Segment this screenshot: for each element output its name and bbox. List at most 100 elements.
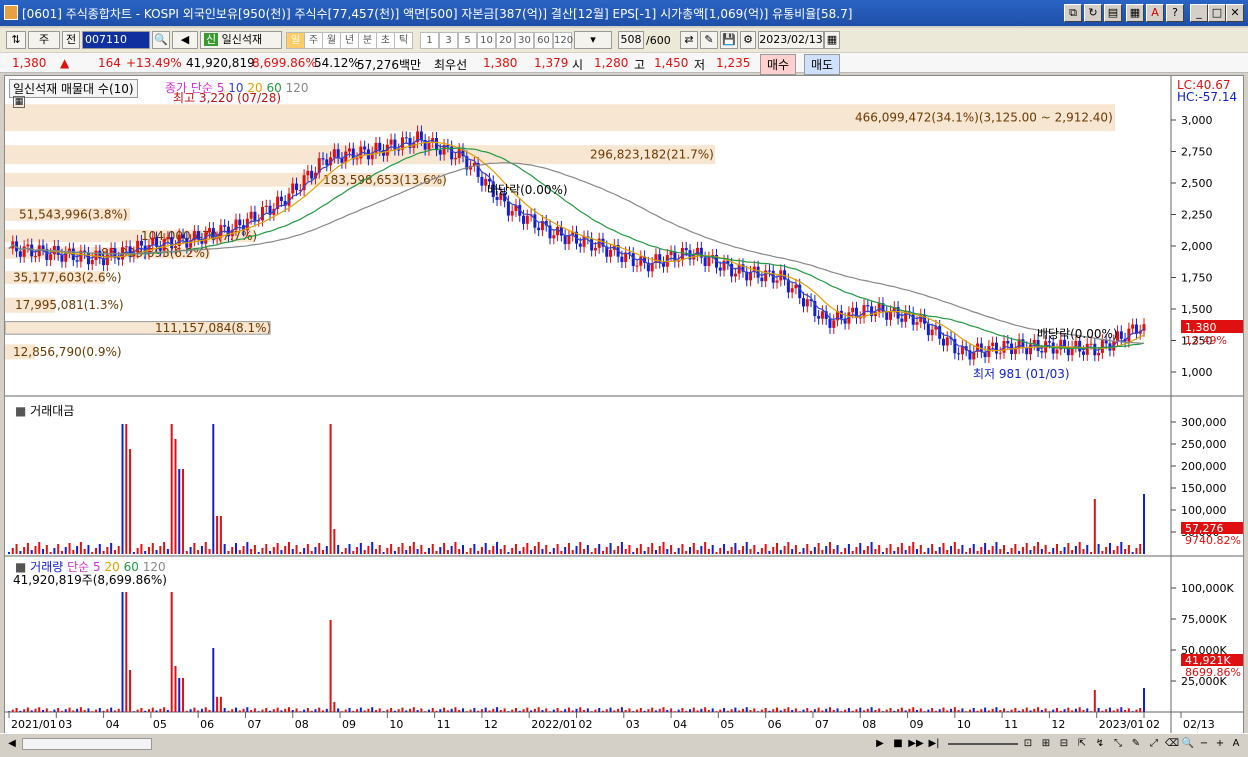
code-input[interactable]: 007110 xyxy=(82,31,150,49)
minimize-icon[interactable]: _ xyxy=(1190,4,1208,22)
prev-button[interactable]: 전 xyxy=(62,31,80,49)
period-5[interactable]: 초 xyxy=(376,32,395,49)
stock-name[interactable]: 신 일신석재 xyxy=(200,31,282,49)
zoom-in-icon[interactable]: + xyxy=(1212,736,1228,752)
end-icon[interactable]: ▶| xyxy=(926,736,942,752)
tool8-icon[interactable]: ⤢ xyxy=(1146,736,1162,752)
volume-bar xyxy=(1135,709,1138,712)
close-icon[interactable]: ✕ xyxy=(1226,4,1244,22)
period-3[interactable]: 년 xyxy=(340,32,359,49)
tool7-icon[interactable]: ✎ xyxy=(1128,736,1144,752)
settings-icon[interactable]: ⚙ xyxy=(740,31,756,49)
price-panel-title[interactable]: 일신석재 매물대 수(10) xyxy=(9,79,138,98)
x-tick-label: 05 xyxy=(720,718,734,731)
stop-icon[interactable]: ■ xyxy=(890,736,906,752)
candle-body xyxy=(1047,341,1051,343)
layout-icon[interactable]: ▤ xyxy=(1104,4,1122,22)
amount-bar xyxy=(178,469,181,554)
save-icon[interactable]: 💾 xyxy=(720,31,738,49)
candle-body xyxy=(22,246,26,257)
amount-bar xyxy=(863,550,866,554)
help-icon[interactable]: ? xyxy=(1166,4,1184,22)
buy-button[interactable]: 매수 xyxy=(760,54,797,75)
volume-bar xyxy=(768,710,771,712)
text-icon[interactable]: A xyxy=(1228,736,1244,752)
calendar-icon[interactable]: ▦ xyxy=(824,31,840,49)
scroll-left-icon[interactable]: ◀ xyxy=(4,736,20,752)
price-tick-label: 2,250 xyxy=(1181,209,1213,222)
tool5-icon[interactable]: ↯ xyxy=(1092,736,1108,752)
grid-icon[interactable]: ▦ xyxy=(13,96,25,108)
period-2[interactable]: 월 xyxy=(322,32,341,49)
amount-bar xyxy=(1003,545,1006,554)
period-6[interactable]: 틱 xyxy=(394,32,413,49)
zoom-out-icon[interactable]: − xyxy=(1196,736,1212,752)
chart-window-icon[interactable]: ▦ xyxy=(1126,4,1144,22)
volume-bar xyxy=(719,709,722,712)
link-icon[interactable]: ⧉ xyxy=(1064,4,1082,22)
tool2-icon[interactable]: ⊞ xyxy=(1038,736,1054,752)
tool6-icon[interactable]: ⤡ xyxy=(1110,736,1126,752)
period-1[interactable]: 주 xyxy=(304,32,323,49)
amount-bar xyxy=(583,549,586,554)
x-tick-label: 06 xyxy=(200,718,214,731)
interval-30[interactable]: 30 xyxy=(515,32,534,49)
scrollbar-thumb[interactable] xyxy=(22,738,152,750)
chart-svg[interactable]: 3,0002,7502,5002,2502,0001,7501,5001,250… xyxy=(5,76,1243,734)
zoom-icon[interactable]: ⇄ xyxy=(680,31,698,49)
magnify-icon[interactable]: 🔍 xyxy=(1180,736,1196,752)
amount-bar xyxy=(310,551,313,554)
amount-bar xyxy=(526,543,529,554)
amount-last-pct: 9740.82% xyxy=(1185,534,1241,547)
tool1-icon[interactable]: ⊡ xyxy=(1020,736,1036,752)
interval-60[interactable]: 60 xyxy=(534,32,553,49)
interval-1[interactable]: 1 xyxy=(420,32,439,49)
chart-area[interactable]: 3,000 2,750 2,500 2,250 2,000 1,750 1,500 1,250… xyxy=(4,75,1244,735)
interval-10[interactable]: 10 xyxy=(477,32,496,49)
sell-button[interactable]: 매도 xyxy=(804,54,841,75)
candle-body xyxy=(173,246,177,248)
refresh-icon[interactable]: ↻ xyxy=(1084,4,1102,22)
candle-body xyxy=(631,253,635,267)
candle-body xyxy=(578,243,582,247)
amount-bar xyxy=(87,545,90,554)
font-icon[interactable]: A xyxy=(1146,4,1164,22)
candle-body xyxy=(1055,349,1059,354)
interval-120[interactable]: 120 xyxy=(553,32,573,49)
sort-icon[interactable]: ⇅ xyxy=(6,31,26,49)
volume-bar xyxy=(129,670,132,712)
speaker-icon[interactable]: ◀ xyxy=(172,31,198,49)
count-input[interactable]: 508 xyxy=(618,31,644,49)
interval-20[interactable]: 20 xyxy=(496,32,515,49)
amount-bar xyxy=(1067,543,1070,554)
x-tick-label: 04 xyxy=(673,718,687,731)
volume-bar xyxy=(927,709,930,712)
fast-forward-icon[interactable]: ▶▶ xyxy=(908,736,924,752)
volume-bar xyxy=(401,707,404,712)
period-0[interactable]: 일 xyxy=(286,32,305,49)
window-title: [0601] 주식종합차트 - KOSPI 외국인보유[950(천)] 주식수[… xyxy=(22,7,853,21)
search-icon[interactable]: 🔍 xyxy=(152,31,170,49)
period-4[interactable]: 분 xyxy=(358,32,377,49)
maximize-icon[interactable]: □ xyxy=(1208,4,1226,22)
tool3-icon[interactable]: ⊟ xyxy=(1056,736,1072,752)
date-input[interactable]: 2023/02/13 xyxy=(758,31,824,49)
amount-bar xyxy=(356,547,359,554)
tool4-icon[interactable]: ⇱ xyxy=(1074,736,1090,752)
interval-5[interactable]: 5 xyxy=(458,32,477,49)
market-select[interactable]: 주 xyxy=(28,31,60,49)
play-icon[interactable]: ▶ xyxy=(872,736,888,752)
amount-bar xyxy=(280,550,283,554)
tool9-icon[interactable]: ⌫ xyxy=(1164,736,1180,752)
candle-body xyxy=(75,260,79,262)
zoom-slider[interactable] xyxy=(948,743,1018,745)
tool-icon[interactable]: ✎ xyxy=(700,31,718,49)
amount-bar xyxy=(662,542,665,554)
volume-bar xyxy=(533,708,536,712)
volume-bar xyxy=(1010,709,1013,712)
price-tick-label: 1,750 xyxy=(1181,272,1213,285)
volume-bar xyxy=(530,710,533,712)
volume-bar xyxy=(272,709,275,712)
amount-bar xyxy=(1010,548,1013,554)
interval-3[interactable]: 3 xyxy=(439,32,458,49)
